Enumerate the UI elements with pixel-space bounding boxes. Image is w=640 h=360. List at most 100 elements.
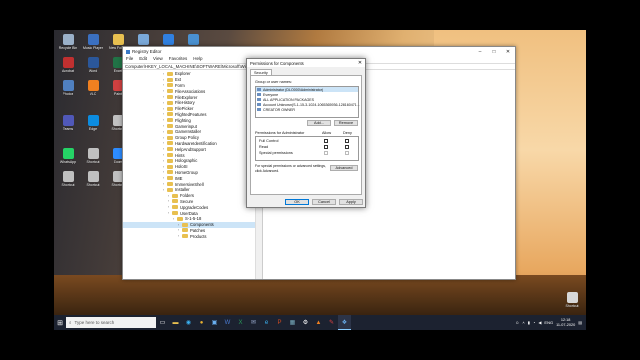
chrome-icon[interactable]: ● <box>195 315 208 330</box>
user-list[interactable]: Administrator (DLO000\Administrator) Ever… <box>255 86 360 118</box>
folder-icon <box>172 199 178 204</box>
folder-icon <box>167 112 173 117</box>
desktop-icon[interactable]: Music Player <box>81 34 105 50</box>
desktop-icon[interactable]: Word <box>81 57 105 73</box>
file-explorer-icon[interactable]: ▬ <box>169 315 182 330</box>
app-icon <box>112 34 124 45</box>
tree-node-label: Folders <box>180 193 194 199</box>
taskbar: ⊞ ⌕ Type here to search ▭ ▬ ◉ ● ▣ W X ✉ … <box>54 315 586 330</box>
ok-button[interactable]: OK <box>285 199 309 205</box>
desktop-icon-label: Shortcut <box>86 183 100 187</box>
store-icon[interactable]: ▣ <box>208 315 221 330</box>
language-indicator[interactable]: ENG <box>544 320 553 325</box>
regedit-title: Registry Editor <box>132 49 162 54</box>
task-view-icon[interactable]: ▭ <box>156 315 169 330</box>
tree-node-label: IME <box>175 175 183 181</box>
word-icon[interactable]: W <box>221 315 234 330</box>
full-control-allow-checkbox[interactable] <box>324 139 328 143</box>
desktop-icon[interactable]: Photos <box>56 80 80 96</box>
regedit-taskbar-icon[interactable]: ❖ <box>338 315 351 330</box>
taskbar-search[interactable]: ⌕ Type here to search <box>66 317 156 328</box>
desktop-icon[interactable]: Shortcut <box>56 171 80 187</box>
tree-node-label: Ext <box>175 77 182 83</box>
vlc-icon[interactable]: ▲ <box>312 315 325 330</box>
menu-help[interactable]: Help <box>193 56 202 63</box>
tree-node[interactable]: › Products <box>123 233 262 239</box>
perm-special: Special permissions <box>259 151 293 155</box>
settings-icon[interactable]: ⚙ <box>299 315 312 330</box>
powerpoint-icon[interactable]: P <box>273 315 286 330</box>
network-icon[interactable]: ◔ <box>533 320 535 325</box>
paint-icon[interactable]: ✎ <box>325 315 338 330</box>
read-allow-checkbox[interactable] <box>324 145 328 149</box>
permissions-title: Permissions for Components <box>250 60 304 66</box>
folder-icon <box>167 106 173 111</box>
permissions-dialog[interactable]: Permissions for Components ✕ Security Gr… <box>246 58 366 208</box>
user-name: Account Unknown(S-1-15-3-1024-1065365936… <box>263 102 360 107</box>
desktop-icon[interactable]: WhatsApp <box>56 148 80 164</box>
edge-legacy-icon[interactable]: e <box>260 315 273 330</box>
folder-icon <box>167 153 173 158</box>
desktop-icon[interactable]: Shortcut <box>81 148 105 164</box>
notification-icon[interactable]: ▤ <box>578 320 582 325</box>
desktop-icon[interactable]: Teams <box>56 115 80 131</box>
close-icon[interactable]: ✕ <box>355 60 365 66</box>
folder-icon <box>167 158 173 163</box>
regedit-titlebar[interactable]: Registry Editor – □ ✕ <box>123 47 515 56</box>
tree-node-label: Components <box>190 222 214 228</box>
add-button[interactable]: Add... <box>307 120 331 126</box>
allow-header: Allow <box>322 131 332 135</box>
edge-icon[interactable]: ◉ <box>182 315 195 330</box>
desktop-icon-right[interactable]: Shortcut <box>560 292 584 308</box>
chevron-up-icon[interactable]: ˄ <box>522 320 524 325</box>
user-group-icon <box>257 102 261 107</box>
folder-icon <box>182 228 188 233</box>
desktop-icon[interactable]: Acrobat <box>56 57 80 73</box>
battery-icon[interactable]: ▮ <box>528 320 530 325</box>
tree-node-label: UserData <box>180 210 198 216</box>
read-deny-checkbox[interactable] <box>345 145 349 149</box>
close-icon[interactable]: ✕ <box>501 49 515 55</box>
user-group-icon <box>257 87 261 92</box>
app-icon <box>87 148 99 159</box>
minimize-icon[interactable]: – <box>473 49 487 55</box>
menu-favorites[interactable]: Favorites <box>169 56 188 63</box>
cancel-button[interactable]: Cancel <box>312 199 336 205</box>
tree-node-label: FilePicker <box>175 106 194 112</box>
user-list-item[interactable]: Account Unknown(S-1-15-3-1024-1065365936… <box>256 102 360 107</box>
people-icon[interactable]: ☺ <box>515 320 519 325</box>
volume-icon[interactable]: ◀ <box>538 320 541 325</box>
desktop-icon[interactable]: Edge <box>81 115 105 131</box>
user-list-item[interactable]: CREATOR OWNER <box>256 107 358 112</box>
menu-edit[interactable]: Edit <box>139 56 147 63</box>
system-tray: ☺ ˄ ▮ ◔ ◀ ENG 12:18 11-07-2020 ▤ <box>515 318 586 327</box>
windows-start-icon[interactable]: ⊞ <box>54 315 66 330</box>
special-note: For special permissions or advanced sett… <box>255 164 327 173</box>
tree-node-label: FlightedFeatures <box>175 111 207 117</box>
tree-node-label: ImmersiveShell <box>175 181 204 187</box>
desktop-icon-label: WhatsApp <box>59 160 77 164</box>
folder-icon <box>167 83 173 88</box>
app-icon <box>137 34 149 45</box>
maximize-icon[interactable]: □ <box>487 49 501 55</box>
tree-node-label: Gamerinput <box>175 123 197 129</box>
desktop-icon-label: Edge <box>88 127 98 131</box>
menu-view[interactable]: View <box>153 56 163 63</box>
advanced-button[interactable]: Advanced <box>330 165 358 171</box>
folder-icon <box>167 147 173 152</box>
desktop-icon[interactable]: Recycle Bin <box>56 34 80 50</box>
mail-icon[interactable]: ✉ <box>247 315 260 330</box>
excel-icon[interactable]: X <box>234 315 247 330</box>
clock-date: 11-07-2020 <box>556 322 576 327</box>
clock[interactable]: 12:18 11-07-2020 <box>556 318 575 327</box>
desktop-icon[interactable]: Shortcut <box>81 171 105 187</box>
tree-node-label: Flighting <box>175 117 191 123</box>
apply-button[interactable]: Apply <box>339 199 363 205</box>
full-control-deny-checkbox[interactable] <box>345 139 349 143</box>
menu-file[interactable]: File <box>126 56 133 63</box>
photos-icon[interactable]: ▦ <box>286 315 299 330</box>
desktop-icon[interactable]: VLC <box>81 80 105 96</box>
permissions-titlebar[interactable]: Permissions for Components ✕ <box>247 59 365 67</box>
security-panel: Group or user names: Administrator (DLO0… <box>250 75 362 195</box>
remove-button[interactable]: Remove <box>334 120 358 126</box>
